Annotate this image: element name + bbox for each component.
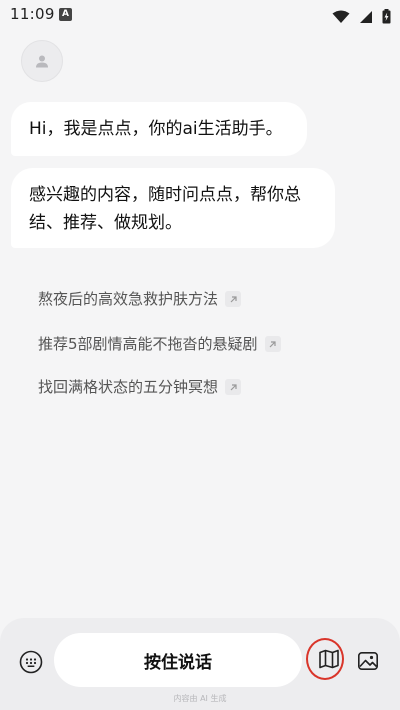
- person-icon: [36, 55, 48, 68]
- highlight-circle: [306, 638, 344, 680]
- hold-to-talk-button[interactable]: 按住说话: [54, 633, 302, 687]
- keyboard-icon: [19, 650, 43, 674]
- status-time: 11:09: [10, 5, 55, 23]
- suggestion-item[interactable]: 熬夜后的高效急救护肤方法: [38, 288, 242, 310]
- suggestion-label: 推荐5部剧情高能不拖沓的悬疑剧: [38, 335, 258, 353]
- arrow-up-right-icon: [264, 336, 281, 352]
- wifi-icon: [332, 10, 350, 23]
- chat-message: 感兴趣的内容，随时问点点，帮你总结、推荐、做规划。: [11, 168, 335, 248]
- arrow-up-right-icon: [225, 291, 242, 307]
- status-bar: 11:09 A: [0, 0, 400, 30]
- battery-charging-icon: [382, 9, 391, 24]
- keyboard-button[interactable]: [19, 650, 43, 674]
- a-letter-icon: A: [59, 8, 72, 21]
- ai-disclaimer: 内容由 AI 生成: [173, 694, 227, 703]
- suggestion-label: 找回满格状态的五分钟冥想: [38, 378, 219, 396]
- suggestion-item[interactable]: 推荐5部剧情高能不拖沓的悬疑剧: [38, 333, 281, 355]
- image-button[interactable]: [356, 649, 380, 673]
- assistant-avatar[interactable]: [21, 40, 63, 82]
- status-icons: [328, 6, 391, 24]
- suggestion-label: 熬夜后的高效急救护肤方法: [38, 290, 219, 308]
- suggestion-item[interactable]: 找回满格状态的五分钟冥想: [38, 376, 242, 398]
- arrow-up-right-icon: [225, 379, 242, 395]
- signal-icon: [359, 10, 372, 23]
- image-icon: [357, 651, 378, 670]
- chat-message: Hi，我是点点，你的ai生活助手。: [11, 102, 307, 156]
